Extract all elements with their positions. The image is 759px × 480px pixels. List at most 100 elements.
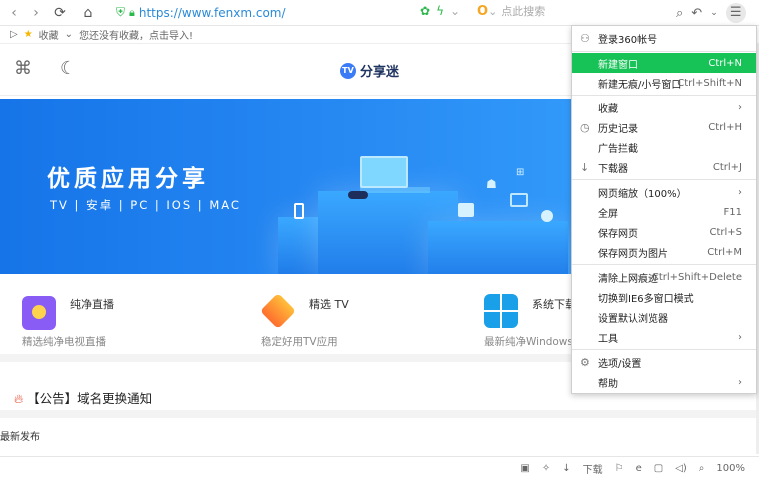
- chevron-down-icon[interactable]: ⌄: [65, 29, 73, 40]
- menu-label: 切换到IE6多窗口模式: [598, 293, 694, 305]
- fire-icon: 🔥︎: [14, 391, 24, 406]
- app-desc: 精选纯净电视直播: [22, 336, 106, 348]
- logo-text: 分享迷: [360, 65, 400, 80]
- flash-icon[interactable]: ϟ: [436, 4, 444, 18]
- dropdown-icon[interactable]: ⌄: [450, 4, 460, 18]
- moon-icon[interactable]: ☾: [60, 58, 76, 79]
- home-icon[interactable]: ⌂: [78, 3, 98, 23]
- menu-item-fullscreen[interactable]: 全屏 F11: [572, 202, 756, 222]
- menu-item-clear-history[interactable]: 清除上网痕迹 Ctrl+Shift+Delete: [572, 267, 756, 287]
- login-item[interactable]: ⚇ 登录360帐号: [572, 28, 756, 48]
- zoom-level[interactable]: 100%: [716, 463, 745, 474]
- status-bar: ▣ ✧ ↓ 下载 ⚐ e ▢ ◁) ⌕ 100%: [0, 456, 759, 480]
- app-title: 精选 TV: [309, 298, 349, 311]
- search-engine-icon: O: [477, 3, 489, 19]
- url-text[interactable]: https://www.fenxm.com/: [139, 6, 286, 20]
- menu-item-history[interactable]: ◷ 历史记录 Ctrl+H: [572, 117, 756, 137]
- menu-shortcut: Ctrl+J: [712, 161, 742, 173]
- grid-icon[interactable]: ⌘: [14, 58, 32, 79]
- back-icon[interactable]: ‹: [4, 3, 24, 23]
- menu-item-default-browser[interactable]: 设置默认浏览器: [572, 307, 756, 327]
- banner-title: 优质应用分享: [47, 166, 209, 192]
- browser-menu: ⚇ 登录360帐号 新建窗口 Ctrl+N 新建无痕/小号窗口 Ctrl+Shi…: [571, 25, 757, 394]
- menu-label: 广告拦截: [598, 143, 638, 155]
- app-title: 纯净直播: [70, 298, 114, 311]
- search-input[interactable]: 点此搜索: [501, 3, 545, 19]
- menu-item-downloads[interactable]: ↓ 下载器 Ctrl+J: [572, 157, 756, 177]
- banner-subtitle: TV | 安卓 | PC | IOS | MAC: [50, 198, 241, 212]
- favorites-button[interactable]: 收藏: [39, 27, 59, 42]
- video-icon: [458, 203, 474, 217]
- menu-label: 新建无痕/小号窗口: [598, 79, 682, 91]
- menu-item-save-image[interactable]: 保存网页为图片 Ctrl+M: [572, 242, 756, 262]
- monitor-icon: [360, 156, 408, 188]
- menu-item-settings[interactable]: ⚙ 选项/设置: [572, 352, 756, 372]
- logo-icon: TV: [340, 62, 356, 79]
- live-tv-icon: [22, 296, 56, 330]
- menu-shortcut: Ctrl+M: [707, 246, 742, 258]
- shield-icon: ⛨: [116, 5, 126, 19]
- menu-item-incognito[interactable]: 新建无痕/小号窗口 Ctrl+Shift+N: [572, 73, 756, 93]
- menu-item-adblock[interactable]: 广告拦截: [572, 137, 756, 157]
- download-label[interactable]: 下载: [583, 461, 603, 476]
- menu-label: 下载器: [598, 163, 628, 175]
- pin-icon[interactable]: ✧: [542, 463, 550, 474]
- play-icon: [541, 210, 553, 222]
- download-icon: ↓: [580, 160, 590, 174]
- menu-label: 选项/设置: [598, 358, 642, 370]
- star-icon: ★: [23, 29, 33, 40]
- sidebar-toggle-icon[interactable]: ▷: [10, 29, 18, 40]
- layers-icon: [259, 292, 297, 330]
- app-title: 系统下载: [532, 298, 576, 311]
- menu-item-favorites[interactable]: 收藏 ›: [572, 97, 756, 117]
- extension-icon[interactable]: ✿: [420, 4, 430, 18]
- user-icon: ⚇: [580, 31, 590, 45]
- menu-label: 登录360帐号: [598, 34, 658, 46]
- submenu-arrow-icon: ›: [738, 186, 742, 198]
- menu-label: 帮助: [598, 378, 618, 390]
- import-hint[interactable]: 您还没有收藏，点击导入!: [79, 27, 193, 42]
- menu-label: 工具: [598, 333, 618, 345]
- menu-shortcut: Ctrl+Shift+Delete: [651, 271, 742, 283]
- ie-icon[interactable]: e: [636, 463, 642, 474]
- android-icon: ☗: [486, 177, 497, 191]
- refresh-icon[interactable]: ⟳: [50, 3, 70, 23]
- menu-shortcut: Ctrl+Shift+N: [677, 77, 742, 89]
- section-title: 最新发布: [0, 432, 40, 443]
- menu-label: 保存网页: [598, 228, 638, 240]
- download-icon[interactable]: ↓: [562, 463, 570, 474]
- menu-item-zoom[interactable]: 网页缩放（100%） ›: [572, 182, 756, 202]
- phone-icon: [294, 203, 304, 219]
- search-box[interactable]: O ⌄ 点此搜索: [477, 3, 545, 19]
- windows-icon: ⊞: [516, 167, 525, 178]
- menu-item-save-page[interactable]: 保存网页 Ctrl+S: [572, 222, 756, 242]
- notice-title[interactable]: 【公告】域名更换通知: [27, 391, 152, 406]
- undo-icon[interactable]: ↶: [691, 6, 702, 21]
- menu-label: 全屏: [598, 208, 618, 220]
- screenshot-icon[interactable]: ▣: [520, 463, 529, 474]
- menu-label: 新建窗口: [598, 59, 638, 71]
- zoom-icon[interactable]: ⌕: [699, 463, 705, 474]
- search-icon[interactable]: ⌕: [676, 6, 683, 21]
- menu-label: 保存网页为图片: [598, 248, 668, 260]
- menu-icon[interactable]: ☰: [725, 3, 746, 23]
- app-desc: 最新纯净Windows: [484, 336, 573, 348]
- sound-icon[interactable]: ◁): [675, 463, 687, 474]
- chevron-down-icon[interactable]: ⌄: [710, 8, 718, 18]
- flag-icon[interactable]: ⚐: [615, 463, 624, 474]
- browser-toolbar: ‹ › ⟳ ⌂ ⛨ 🔒︎ https://www.fenxm.com/ ✿ ϟ …: [0, 0, 759, 26]
- submenu-arrow-icon: ›: [738, 101, 742, 113]
- menu-item-tools[interactable]: 工具 ›: [572, 327, 756, 347]
- menu-shortcut: Ctrl+N: [708, 57, 742, 69]
- forward-icon[interactable]: ›: [26, 3, 46, 23]
- tv-icon: [510, 193, 528, 207]
- menu-item-ie6-mode[interactable]: 切换到IE6多窗口模式: [572, 287, 756, 307]
- menu-item-help[interactable]: 帮助 ›: [572, 372, 756, 392]
- clock-icon: ◷: [580, 120, 590, 134]
- banner-decor: [278, 217, 318, 274]
- site-logo[interactable]: TV 分享迷: [340, 61, 399, 80]
- menu-item-new-window[interactable]: 新建窗口 Ctrl+N: [572, 53, 756, 73]
- submenu-arrow-icon: ›: [738, 376, 742, 388]
- menu-label: 收藏: [598, 103, 618, 115]
- window-icon[interactable]: ▢: [654, 463, 663, 474]
